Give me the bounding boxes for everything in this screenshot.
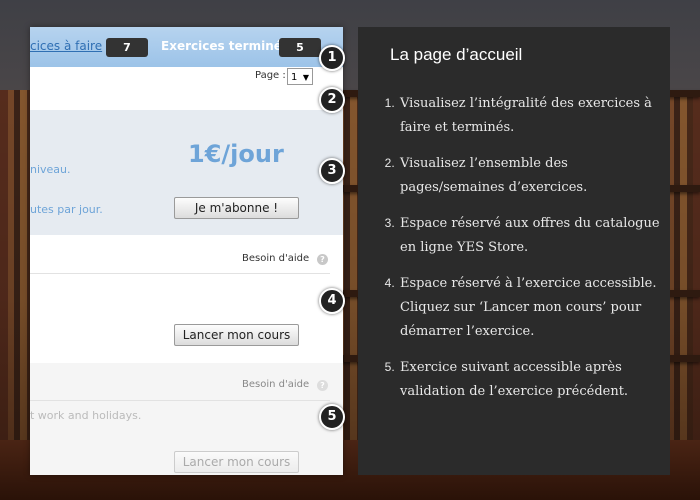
marker-1: 1: [319, 45, 345, 71]
help-label[interactable]: Besoin d'aide: [242, 253, 309, 264]
todo-exercises-link[interactable]: cices à faire: [30, 39, 102, 53]
help-label: Besoin d'aide: [242, 379, 310, 390]
start-course-button[interactable]: Lancer mon cours: [174, 324, 299, 346]
app-screenshot: cices à faire 7 Exercices terminés 5 Pag…: [30, 27, 343, 475]
help-description-panel: La page d’accueil Visualisez l’intégrali…: [358, 27, 670, 475]
feature-item: Exercice suivant accessible après valida…: [398, 355, 673, 404]
start-course-button-disabled: Lancer mon cours: [174, 451, 299, 473]
exercise-counter-bar: cices à faire 7 Exercices terminés 5: [30, 27, 343, 67]
marker-3: 3: [319, 158, 345, 184]
todo-count-badge: 7: [106, 38, 148, 57]
offer-price: 1€/jour: [188, 140, 284, 168]
panel-title: La page d’accueil: [390, 45, 523, 64]
offer-text: niveau.: [30, 163, 71, 176]
page-label: Page :: [255, 70, 286, 81]
feature-item: Espace réservé à l’exercice accessible. …: [398, 271, 673, 344]
feature-list: Visualisez l’intégralité des exercices à…: [382, 91, 673, 415]
offer-section: 1€/jour niveau. utes par jour. Je m'abon…: [30, 110, 343, 235]
offer-text: utes par jour.: [30, 203, 103, 216]
done-count-badge: 5: [279, 38, 321, 57]
done-exercises-label[interactable]: Exercices terminés: [161, 39, 289, 53]
feature-item: Visualisez l’intégralité des exercices à…: [398, 91, 673, 140]
divider: [30, 400, 330, 401]
marker-5: 5: [319, 404, 345, 430]
question-icon: ?: [317, 380, 328, 391]
page-select[interactable]: 1 ▼: [287, 68, 313, 85]
question-icon[interactable]: ?: [317, 254, 328, 265]
subscribe-button[interactable]: Je m'abonne !: [174, 197, 299, 219]
chevron-down-icon: ▼: [302, 73, 309, 82]
feature-item: Visualisez l’ensemble des pages/semaines…: [398, 151, 673, 200]
divider: [30, 273, 330, 274]
marker-2: 2: [319, 87, 345, 113]
feature-item: Espace réservé aux offres du catalogue e…: [398, 211, 673, 260]
marker-4: 4: [319, 288, 345, 314]
exercise-description: t work and holidays.: [30, 409, 142, 422]
page-select-value: 1: [291, 72, 298, 83]
